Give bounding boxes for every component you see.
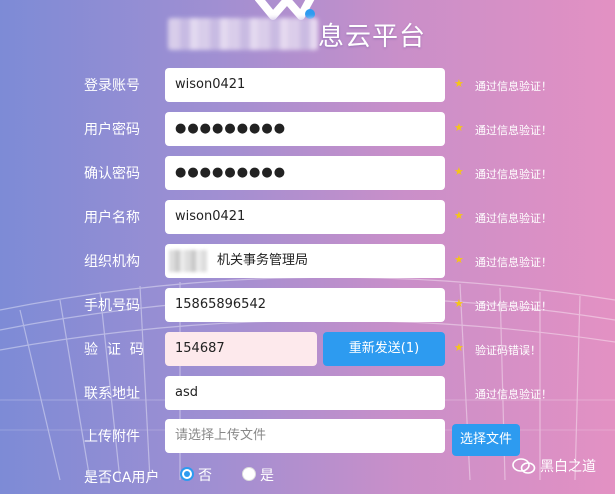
form-row-captcha: 验 证 码 154687 重新发送(1) ★ 验证码错误！ <box>0 332 615 366</box>
field-label: 用户密码 <box>84 122 140 138</box>
radio-ca-no-label: 否 <box>198 468 212 484</box>
validation-error-hint: 验证码错误！ <box>475 344 541 357</box>
captcha-input[interactable]: 154687 <box>165 332 317 366</box>
required-star-icon: ★ <box>454 209 464 222</box>
resend-code-button[interactable]: 重新发送(1) <box>323 332 445 366</box>
radio-ca-yes[interactable] <box>242 467 256 481</box>
form-row-organization: 组织机构 机关事务管理局 ★ 通过信息验证！ <box>0 244 615 278</box>
username-input[interactable]: wison0421 <box>165 200 445 234</box>
confirm-password-input[interactable]: ●●●●●●●●● <box>165 156 445 190</box>
form-row-username: 用户名称 wison0421 ★ 通过信息验证！ <box>0 200 615 234</box>
field-label: 联系地址 <box>84 386 140 402</box>
required-star-icon: ★ <box>454 165 464 178</box>
password-input[interactable]: ●●●●●●●●● <box>165 112 445 146</box>
wechat-icon <box>512 458 536 474</box>
validation-hint: 通过信息验证！ <box>475 300 552 313</box>
field-label: 登录账号 <box>84 78 140 94</box>
field-label: 验 证 码 <box>84 342 144 358</box>
form-row-attachment: 上传附件 请选择上传文件 选择文件 <box>0 419 615 456</box>
form-row-password: 用户密码 ●●●●●●●●● ★ 通过信息验证！ <box>0 112 615 146</box>
validation-hint: 通过信息验证！ <box>475 168 552 181</box>
radio-ca-no[interactable] <box>180 467 194 481</box>
organization-value: 机关事务管理局 <box>217 253 309 268</box>
validation-hint: 通过信息验证！ <box>475 212 552 225</box>
field-label: 组织机构 <box>84 254 140 270</box>
required-star-icon: ★ <box>454 341 464 354</box>
validation-hint: 通过信息验证！ <box>475 124 552 137</box>
required-star-icon: ★ <box>454 253 464 266</box>
validation-hint: 通过信息验证！ <box>475 388 552 401</box>
ca-user-label: 是否CA用户 <box>84 470 160 486</box>
field-label: 确认密码 <box>84 166 140 182</box>
page-title: 息云平台 <box>318 22 427 52</box>
form-row-account: 登录账号 wison0421 ★ 通过信息验证！ <box>0 68 615 102</box>
field-label: 手机号码 <box>84 298 140 314</box>
form-row-confirm-password: 确认密码 ●●●●●●●●● ★ 通过信息验证！ <box>0 156 615 190</box>
address-input[interactable]: asd <box>165 376 445 410</box>
file-input-placeholder: 请选择上传文件 <box>175 428 267 443</box>
form-row-phone: 手机号码 15865896542 ★ 通过信息验证！ <box>0 288 615 322</box>
title-redacted <box>168 18 318 50</box>
organization-input[interactable]: 机关事务管理局 <box>165 244 445 278</box>
required-star-icon: ★ <box>454 297 464 310</box>
validation-hint: 通过信息验证！ <box>475 256 552 269</box>
required-star-icon: ★ <box>454 121 464 134</box>
radio-ca-yes-label: 是 <box>260 468 274 484</box>
account-input[interactable]: wison0421 <box>165 68 445 102</box>
validation-hint: 通过信息验证！ <box>475 80 552 93</box>
file-path-input[interactable]: 请选择上传文件 <box>165 419 445 453</box>
choose-file-button[interactable]: 选择文件 <box>452 424 520 456</box>
required-star-icon: ★ <box>454 77 464 90</box>
watermark-text: 黑白之道 <box>540 459 596 475</box>
redacted-text <box>169 249 207 272</box>
field-label: 上传附件 <box>84 429 140 445</box>
phone-input[interactable]: 15865896542 <box>165 288 445 322</box>
logo-icon <box>255 0 315 20</box>
field-label: 用户名称 <box>84 210 140 226</box>
form-row-address: 联系地址 asd 通过信息验证！ <box>0 376 615 410</box>
